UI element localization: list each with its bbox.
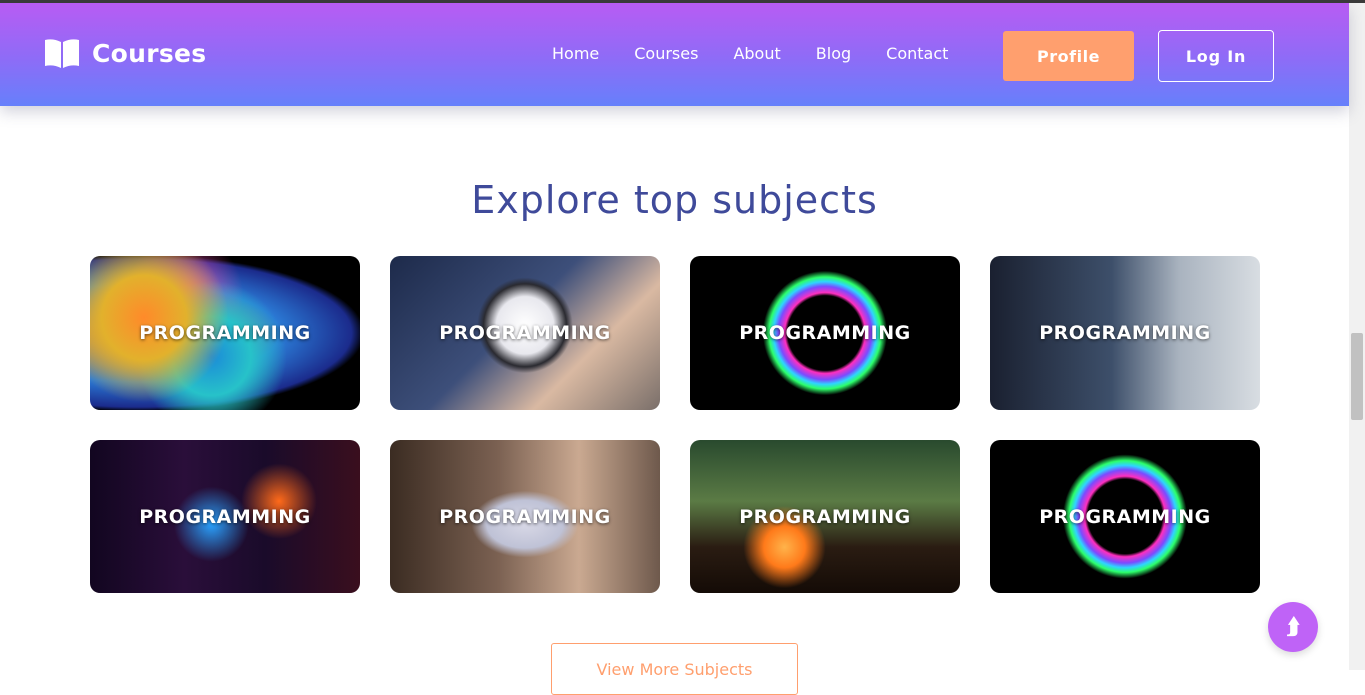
navbar: Courses Home Courses About Blog Contact … <box>0 3 1349 106</box>
login-button[interactable]: Log In <box>1158 30 1274 82</box>
subject-card[interactable]: PROGRAMMING <box>690 256 960 410</box>
subject-card[interactable]: PROGRAMMING <box>90 256 360 410</box>
subject-label: PROGRAMMING <box>739 322 911 344</box>
scrollbar-thumb[interactable] <box>1351 333 1363 420</box>
brand-name: Courses <box>92 38 207 68</box>
subject-label: PROGRAMMING <box>739 505 911 528</box>
brand-logo[interactable]: Courses <box>44 37 206 69</box>
open-book-icon <box>44 37 80 69</box>
subject-card[interactable]: PROGRAMMING <box>990 256 1260 410</box>
subject-label: PROGRAMMING <box>1039 322 1211 344</box>
arrow-up-icon: ⮭ <box>1286 614 1300 640</box>
subject-label: PROGRAMMING <box>439 505 611 528</box>
scroll-to-top-button[interactable]: ⮭ <box>1268 602 1318 652</box>
subject-card[interactable]: PROGRAMMING <box>990 440 1260 593</box>
subject-label: PROGRAMMING <box>439 322 611 344</box>
view-more-subjects-button[interactable]: View More Subjects <box>551 643 798 695</box>
subject-label: PROGRAMMING <box>1039 505 1211 528</box>
nav-link-contact[interactable]: Contact <box>886 44 948 63</box>
main-nav: Home Courses About Blog Contact <box>552 44 983 63</box>
subject-card[interactable]: PROGRAMMING <box>90 440 360 593</box>
profile-button[interactable]: Profile <box>1003 31 1134 81</box>
subject-card[interactable]: PROGRAMMING <box>390 256 660 410</box>
window-top-border <box>0 0 1365 3</box>
nav-link-blog[interactable]: Blog <box>816 44 851 63</box>
subject-card[interactable]: PROGRAMMING <box>390 440 660 593</box>
nav-link-about[interactable]: About <box>733 44 780 63</box>
nav-link-home[interactable]: Home <box>552 44 599 63</box>
section-title: Explore top subjects <box>471 177 878 222</box>
subject-card[interactable]: PROGRAMMING <box>690 440 960 593</box>
subject-label: PROGRAMMING <box>139 505 311 528</box>
nav-link-courses[interactable]: Courses <box>634 44 698 63</box>
subject-label: PROGRAMMING <box>139 322 311 344</box>
